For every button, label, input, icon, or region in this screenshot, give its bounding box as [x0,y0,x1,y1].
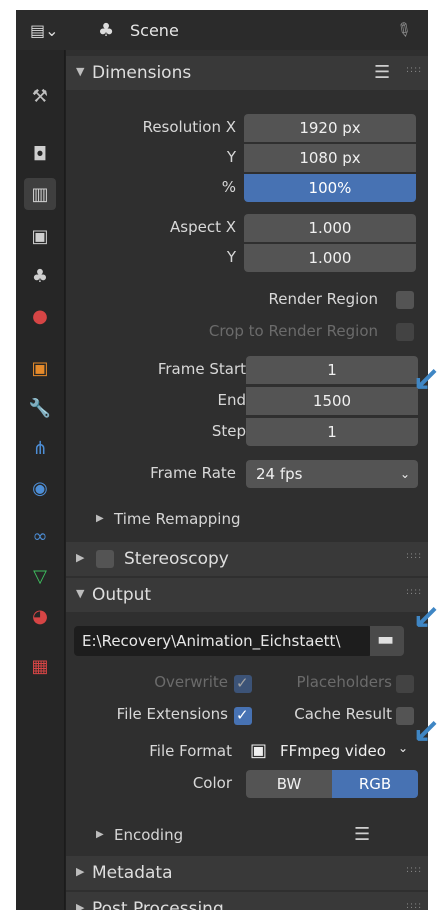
file-format-value: FFmpeg video [280,742,386,760]
callout-arrow-icon: ↙ [412,598,441,638]
frame-rate-dropdown[interactable]: 24 fps ⌄ [246,460,418,488]
chevron-down-icon: ⌄ [397,741,408,755]
drag-grip-icon[interactable]: :::: [406,551,422,561]
context-title: Scene [130,21,179,40]
dimensions-panel-header[interactable]: ▼ Dimensions ☰ :::: [66,56,428,90]
view-layer-tab-icon[interactable]: ▣ [24,220,56,252]
drag-grip-icon[interactable]: :::: [406,587,422,597]
properties-tabs: ⚒ ◘ ▥ ▣ ♣ ● ▣ 🔧 ⋔ ◉ ∞ ▽ ◕ ▦ [16,50,65,910]
metadata-title: Metadata [92,863,173,883]
encoding-subpanel[interactable]: ▶ Encoding ☰ [66,820,428,852]
frame-rate-value: 24 fps [256,465,303,483]
expand-triangle-icon: ▶ [96,829,104,840]
resolution-percent-label: % [221,178,236,196]
output-path-input[interactable]: E:\Recovery\Animation_Eichstaett\ [74,626,372,656]
pin-icon[interactable]: ✎ [391,18,415,44]
properties-content: ▼ Dimensions ☰ :::: Resolution X 1920 px… [66,50,428,910]
properties-header: ▤⌄ ♣ Scene ✎ [16,10,428,51]
collapse-triangle-icon: ▼ [76,65,85,78]
resolution-x-field[interactable]: 1920 px [244,114,416,142]
expand-triangle-icon: ▶ [76,865,85,878]
frame-end-field[interactable]: 1500 [246,387,418,415]
color-rgb-button[interactable]: RGB [332,770,418,798]
stereoscopy-title: Stereoscopy [124,549,229,569]
aspect-x-label: Aspect X [170,218,236,236]
crop-region-checkbox[interactable] [396,323,414,341]
callout-arrow-icon: ↙ [412,360,441,400]
resolution-x-label: Resolution X [142,118,236,136]
data-tab-icon[interactable]: ▽ [24,560,56,592]
frame-rate-label: Frame Rate [150,464,236,482]
drag-grip-icon[interactable]: :::: [406,65,422,75]
aspect-y-label: Y [226,248,236,266]
tool-tab-icon[interactable]: ⚒ [24,80,56,112]
folder-icon: ▬ [377,629,395,650]
time-remapping-title: Time Remapping [114,510,241,528]
world-tab-icon[interactable]: ● [24,300,56,332]
chevron-down-icon: ⌄ [399,467,410,481]
expand-triangle-icon: ▶ [96,513,104,524]
encoding-title: Encoding [114,826,184,844]
dimensions-title: Dimensions [92,63,192,83]
metadata-panel-header[interactable]: ▶ Metadata :::: [66,856,428,890]
expand-triangle-icon: ▶ [76,551,85,564]
constraints-tab-icon[interactable]: ∞ [24,520,56,552]
color-label: Color [192,774,232,792]
overwrite-checkbox[interactable] [234,674,252,693]
output-title: Output [92,585,152,605]
object-tab-icon[interactable]: ▣ [24,352,56,384]
expand-triangle-icon: ▶ [76,901,85,910]
particles-tab-icon[interactable]: ⋔ [24,432,56,464]
film-icon: ▣ [250,740,268,761]
collapse-triangle-icon: ▼ [76,587,85,600]
scene-tab-icon[interactable]: ♣ [24,260,56,292]
properties-editor: ▤⌄ ♣ Scene ✎ ⚒ ◘ ▥ ▣ ♣ ● ▣ 🔧 ⋔ ◉ ∞ ▽ ◕ ▦… [16,10,428,910]
file-format-label: File Format [149,742,232,760]
resolution-percent-slider[interactable]: 100% [244,174,416,202]
placeholders-label: Placeholders [296,673,392,691]
preset-list-icon[interactable]: ☰ [354,824,370,845]
frame-step-field[interactable]: 1 [246,418,418,446]
aspect-x-field[interactable]: 1.000 [244,214,416,242]
scene-icon: ♣ [98,20,115,41]
file-extensions-label: File Extensions [116,705,228,723]
output-panel-header[interactable]: ▼ Output :::: [66,578,428,612]
editor-type-icon[interactable]: ▤⌄ [30,21,59,40]
preset-list-icon[interactable]: ☰ [374,62,390,83]
callout-arrow-icon: ↙ [412,712,441,752]
material-tab-icon[interactable]: ◕ [24,600,56,632]
file-extensions-checkbox[interactable] [234,706,252,725]
physics-tab-icon[interactable]: ◉ [24,472,56,504]
post-processing-panel-header[interactable]: ▶ Post Processing :::: [66,892,428,910]
aspect-y-field[interactable]: 1.000 [244,244,416,272]
render-region-label: Render Region [268,290,378,308]
color-bw-button[interactable]: BW [246,770,332,798]
file-format-dropdown[interactable]: ▣ FFmpeg video ⌄ [248,738,408,766]
folder-browse-button[interactable]: ▬ [370,626,404,656]
frame-end-label: End [217,391,246,409]
render-tab-icon[interactable]: ◘ [24,138,56,170]
crop-region-label: Crop to Render Region [208,322,378,340]
post-processing-title: Post Processing [92,899,224,910]
cache-result-label: Cache Result [294,705,392,723]
modifier-tab-icon[interactable]: 🔧 [24,392,56,424]
output-tab-icon[interactable]: ▥ [24,178,56,210]
render-region-checkbox[interactable] [396,291,414,309]
stereoscopy-checkbox[interactable] [96,550,114,568]
drag-grip-icon[interactable]: :::: [406,901,422,910]
resolution-y-label: Y [226,148,236,166]
time-remapping-subpanel[interactable]: ▶ Time Remapping [66,504,428,536]
frame-start-field[interactable]: 1 [246,356,418,384]
texture-tab-icon[interactable]: ▦ [24,650,56,682]
placeholders-checkbox[interactable] [396,675,414,693]
overwrite-label: Overwrite [154,673,228,691]
frame-step-label: Step [211,422,246,440]
frame-start-label: Frame Start [157,360,246,378]
stereoscopy-panel-header[interactable]: ▶ Stereoscopy :::: [66,542,428,576]
resolution-y-field[interactable]: 1080 px [244,144,416,172]
drag-grip-icon[interactable]: :::: [406,865,422,875]
